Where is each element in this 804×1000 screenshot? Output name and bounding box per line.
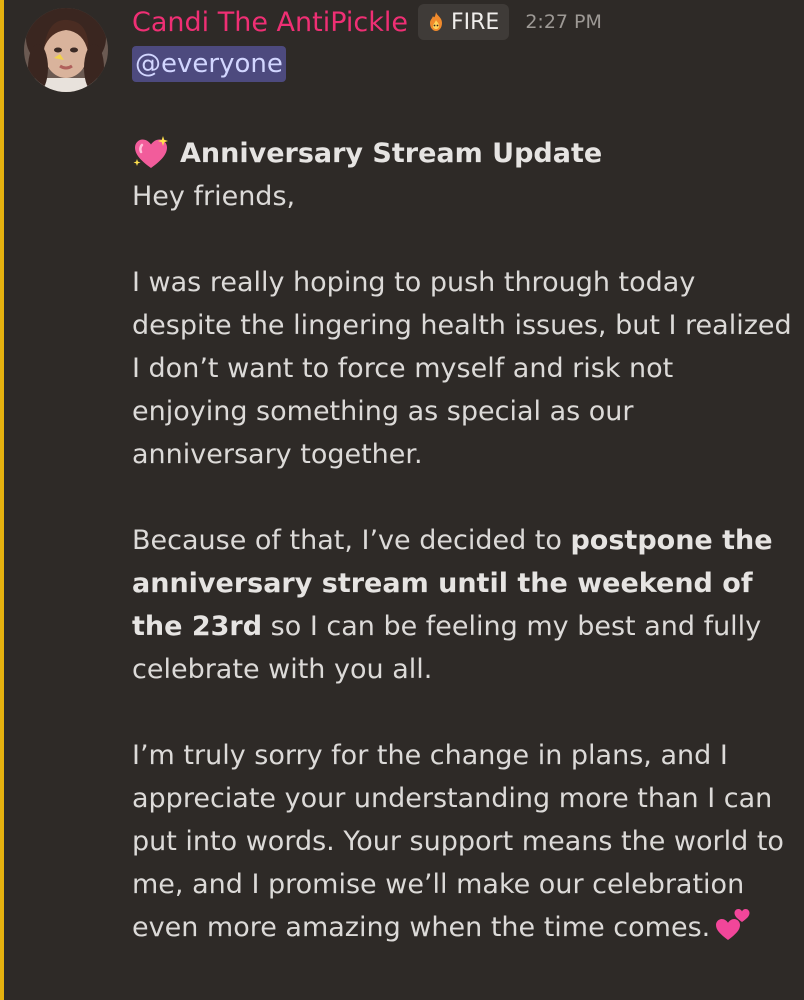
role-label: FIRE — [451, 9, 500, 35]
heading-text: Anniversary Stream Update — [180, 138, 603, 169]
two-hearts-icon — [716, 909, 750, 940]
paragraph-3-text: I’m truly sorry for the change in plans,… — [132, 740, 784, 943]
sparkling-heart-icon — [133, 135, 168, 168]
timestamp[interactable]: 2:27 PM — [525, 11, 602, 33]
paragraph-3: I’m truly sorry for the change in plans,… — [132, 734, 792, 949]
everyone-mention[interactable]: @everyone — [132, 46, 286, 82]
role-tag[interactable]: FIRE — [418, 4, 510, 40]
message-heading: Anniversary Stream Update — [132, 132, 792, 175]
chat-message: Candi The AntiPickle FIRE 2:27 PM @every… — [0, 0, 804, 1000]
mention-line: @everyone — [132, 46, 286, 82]
avatar[interactable] — [24, 8, 108, 92]
mention-highlight-bar — [0, 0, 4, 1000]
message-body: Anniversary Stream Update Hey friends, I… — [132, 132, 792, 949]
avatar-image — [24, 8, 108, 92]
paragraph-2: Because of that, I’ve decided to postpon… — [132, 519, 792, 691]
message-header: Candi The AntiPickle FIRE 2:27 PM — [132, 2, 602, 42]
greeting-text: Hey friends, — [132, 181, 296, 212]
paragraph-2-before: Because of that, I’ve decided to — [132, 525, 571, 556]
fire-cat-icon — [430, 12, 442, 31]
paragraph-1: I was really hoping to push through toda… — [132, 267, 792, 470]
author-name[interactable]: Candi The AntiPickle — [132, 7, 408, 38]
